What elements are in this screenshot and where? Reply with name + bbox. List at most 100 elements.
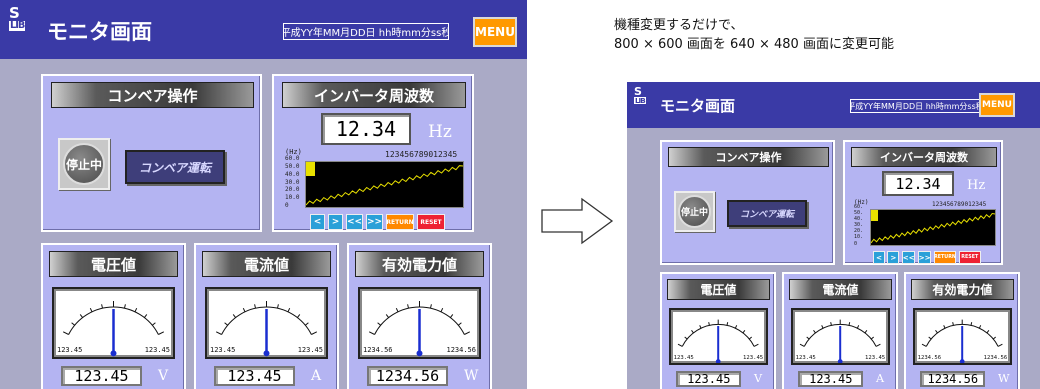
meter-title: 有効電力値 [355,251,484,277]
graph-tick-label: 50.0 [285,162,300,170]
meter-value-display: 123.45 [676,370,742,387]
meter-title: 電流値 [788,278,892,300]
return-button[interactable]: RETURN [386,214,414,230]
gauge-max-label: 123.45 [144,346,170,354]
gauge-max-label: 123.45 [742,354,764,361]
analog-gauge: 123.45 123.45 [52,287,175,359]
trend-line-svg [870,210,996,244]
stop-button[interactable]: 停止中 [58,138,110,190]
analog-gauge: 123.45 123.45 [791,307,890,366]
conveyor-run-button[interactable]: コンベア運転 [125,150,225,184]
frequency-trend-graph [305,161,464,208]
graph-tick-label: 0 [285,202,289,209]
frequency-unit: Hz [967,178,986,193]
graph-counter: 123456789012345 [932,201,987,208]
meter-panel: 有効電力値 1234.56 1234.56 1234.56 W [904,272,1020,389]
gauge-min-label: 1234.56 [363,346,393,354]
gauge-pivot [110,350,117,357]
gauge-max-label: 123.45 [864,354,886,361]
stop-status-label: 停止中 [678,195,711,228]
graph-tick-label: 20.0 [285,186,300,194]
analog-gauge: 123.45 123.45 [205,287,328,359]
meter-panel: 電圧値 123.45 123.45 123.45 V [660,272,776,389]
graph-tick-label: 50. [854,209,864,216]
gauge-pivot [715,358,721,364]
graph-tick-label: 60. [854,203,864,210]
meter-unit: V [158,368,169,384]
trend-line-svg [305,162,464,206]
graph-tick-label: 0 [854,240,858,247]
header-bar: S LIB モニタ画面 平成YY年MM月DD日 hh時mm分ss秒 MENU [0,0,527,59]
meter-unit: V [754,372,763,386]
inverter-panel: インバータ周波数 12.34 Hz (Hz) 123456789012345 6… [843,140,1003,265]
meter-title: 電流値 [202,251,331,277]
conveyor-panel: コンベア操作 停止中 コンベア運転 [41,74,262,232]
meter-value-display: 123.45 [214,366,295,386]
analog-gauge: 123.45 123.45 [669,307,768,366]
meter-value-display: 1234.56 [367,366,448,386]
stop-status-label: 停止中 [63,143,105,185]
graph-nav-buttons: < > << >> RETURN RESET [310,214,470,230]
nav-prev-button[interactable]: < [310,214,325,230]
graph-y-ticks: 60.0 50.0 40.0 30.0 20.0 10.0 0 [285,155,305,209]
nav-first-button[interactable]: << [346,214,363,230]
graph-tick-label: 10. [854,234,864,241]
conveyor-panel-title: コンベア操作 [668,147,829,167]
header-bar: S LIB モニタ画面 平成YY年MM月DD日 hh時mm分ss秒 MENU [627,82,1040,128]
meter-panel: 電流値 123.45 123.45 123.45 A [194,243,339,389]
menu-button[interactable]: MENU [473,17,517,47]
meter-panel: 電流値 123.45 123.45 123.45 A [782,272,898,389]
graph-tick-label: 30.0 [285,178,300,186]
menu-button[interactable]: MENU [979,93,1015,117]
conveyor-panel: コンベア操作 停止中 コンベア運転 [660,140,835,265]
gauge-max-label: 123.45 [297,346,323,354]
caption-text: 機種変更するだけで、 800 × 600 画面を 640 × 480 画面に変更… [614,16,894,54]
meter-unit: A [876,372,885,386]
arrow-shape [541,197,614,245]
right-arrow-icon [540,197,614,245]
gauge-min-label: 1234.56 [917,354,942,361]
graph-tick-label: 60.0 [285,155,300,162]
graph-counter: 123456789012345 [385,150,458,159]
frequency-unit: Hz [428,122,452,142]
return-button[interactable]: RETURN [933,251,957,264]
gauge-max-label: 1234.56 [446,346,476,354]
slib-logo: S LIB [9,4,25,31]
nav-next-button[interactable]: > [887,251,900,264]
small-monitor-screen: S LIB モニタ画面 平成YY年MM月DD日 hh時mm分ss秒 MENU コ… [627,82,1040,389]
reset-button[interactable]: RESET [958,251,981,264]
meter-title: 電圧値 [666,278,770,300]
analog-gauge: 1234.56 1234.56 [913,307,1012,366]
nav-next-button[interactable]: > [328,214,343,230]
gauge-min-label: 123.45 [795,354,816,361]
gauge-max-label: 1234.56 [983,354,1008,361]
page-title: モニタ画面 [47,20,152,44]
gauge-pivot [416,350,423,357]
stop-button[interactable]: 停止中 [674,191,715,232]
reset-button[interactable]: RESET [417,214,445,230]
conveyor-panel-title: コンベア操作 [51,82,254,108]
trend-line [870,212,996,244]
graph-nav-buttons: < > << >> RETURN RESET [873,251,1001,264]
frequency-display: 12.34 [882,171,954,196]
nav-last-button[interactable]: >> [917,251,932,264]
meter-value-display: 123.45 [798,370,864,387]
conveyor-run-button[interactable]: コンベア運転 [727,200,807,227]
gauge-pivot [959,358,965,364]
inverter-panel-title: インバータ周波数 [282,82,466,108]
graph-tick-label: 40.0 [285,170,300,178]
cursor-marker [871,210,878,221]
date-time-display: 平成YY年MM月DD日 hh時mm分ss秒 [850,99,981,113]
meter-title: 電圧値 [49,251,178,277]
nav-first-button[interactable]: << [901,251,916,264]
frequency-trend-graph [870,209,996,246]
gauge-pivot [263,350,270,357]
inverter-panel: インバータ周波数 12.34 Hz (Hz) 123456789012345 6… [272,74,474,232]
inverter-panel-title: インバータ周波数 [851,147,997,167]
meter-panel: 電圧値 123.45 123.45 123.45 V [41,243,186,389]
nav-prev-button[interactable]: < [873,251,885,264]
caption-line-2: 800 × 600 画面を 640 × 480 画面に変更可能 [614,37,894,52]
graph-y-ticks: 60. 50. 40. 30. 20. 10. 0 [854,203,870,247]
date-time-display: 平成YY年MM月DD日 hh時mm分ss秒 [283,23,449,40]
nav-last-button[interactable]: >> [366,214,383,230]
